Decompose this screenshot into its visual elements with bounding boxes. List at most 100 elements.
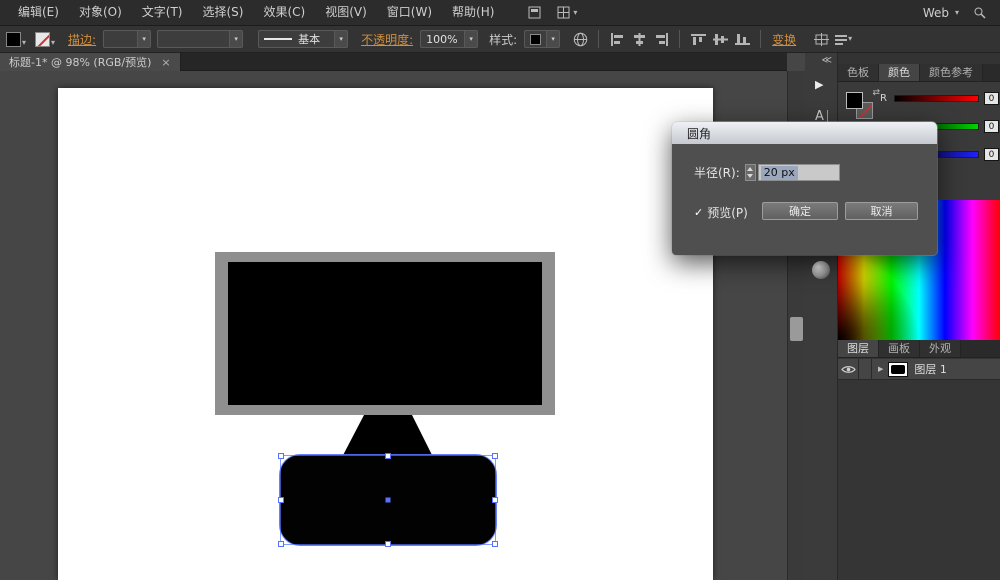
opacity-value: 100% xyxy=(426,32,458,46)
center-anchor-point[interactable] xyxy=(385,497,391,503)
menu-window[interactable]: 窗口(W) xyxy=(377,0,442,25)
radius-input[interactable]: 20 px xyxy=(757,164,840,181)
blue-value-field[interactable]: 0 xyxy=(984,148,999,161)
menu-type[interactable]: 文字(T) xyxy=(132,0,193,25)
collapse-panels-icon[interactable]: ≪ xyxy=(822,55,832,66)
menu-effect[interactable]: 效果(C) xyxy=(253,0,315,25)
canvas[interactable] xyxy=(0,71,787,580)
selection-handle-top-center[interactable] xyxy=(385,453,391,459)
align-center-icon[interactable] xyxy=(628,29,650,49)
actions-play-icon[interactable]: ▶ xyxy=(815,78,823,91)
recolor-artwork-icon[interactable] xyxy=(569,29,591,49)
rounded-corners-dialog: 圆角 半径(R): 20 px ✓ 预览(P) 确定 取消 xyxy=(672,122,937,255)
isolate-selection-icon[interactable] xyxy=(810,29,832,49)
menu-select[interactable]: 选择(S) xyxy=(192,0,253,25)
menu-help[interactable]: 帮助(H) xyxy=(442,0,504,25)
align-right-icon[interactable] xyxy=(650,29,672,49)
symbols-panel-icon[interactable] xyxy=(812,261,830,279)
fill-swatch[interactable] xyxy=(6,31,21,47)
chevron-down-icon: ▾ xyxy=(954,7,959,17)
graphic-style-select[interactable]: ▾ xyxy=(524,30,561,48)
chevron-down-icon[interactable]: ▾ xyxy=(546,31,560,47)
red-value-field[interactable]: 0 xyxy=(984,92,999,105)
dialog-title-bar[interactable]: 圆角 xyxy=(672,122,937,144)
layer-thumbnail[interactable] xyxy=(888,361,909,377)
eye-icon xyxy=(840,365,856,373)
tab-color[interactable]: 颜色 xyxy=(879,64,920,81)
stroke-panel-link[interactable]: 描边: xyxy=(68,31,96,48)
search-icon[interactable] xyxy=(973,6,986,19)
align-left-icon[interactable] xyxy=(606,29,628,49)
line-style-sample xyxy=(264,38,293,40)
red-slider[interactable] xyxy=(894,95,979,102)
bridge-icon[interactable] xyxy=(528,6,541,19)
document-tab-bar: 标题-1* @ 98% (RGB/预览) × xyxy=(0,53,787,71)
layer-expand-icon[interactable]: ▶ xyxy=(878,365,883,373)
menu-bar: 编辑(E) 对象(O) 文字(T) 选择(S) 效果(C) 视图(V) 窗口(W… xyxy=(0,0,1000,26)
selection-bounding-box[interactable] xyxy=(278,453,498,547)
menu-edit[interactable]: 编辑(E) xyxy=(8,0,69,25)
panel-menu-icon[interactable]: ▾ xyxy=(832,29,854,49)
opacity-panel-link[interactable]: 不透明度: xyxy=(361,31,413,48)
close-tab-icon[interactable]: × xyxy=(161,56,170,69)
stepper-down-icon[interactable] xyxy=(747,173,754,178)
chevron-down-icon[interactable]: ▾ xyxy=(229,31,243,47)
layers-panel: ▶ 图层 1 xyxy=(838,358,1000,580)
radius-stepper[interactable] xyxy=(744,164,756,181)
monitor-screen-shape[interactable] xyxy=(228,262,542,405)
layer-row[interactable]: ▶ 图层 1 xyxy=(838,359,1000,380)
radius-value: 20 px xyxy=(760,165,798,180)
menu-object[interactable]: 对象(O) xyxy=(69,0,132,25)
cancel-button[interactable]: 取消 xyxy=(845,202,918,220)
tab-swatches[interactable]: 色板 xyxy=(838,64,879,81)
line-style-select[interactable]: 基本 ▾ xyxy=(258,30,349,48)
tab-layers[interactable]: 图层 xyxy=(838,340,879,357)
chevron-down-icon[interactable]: ▾ xyxy=(464,31,478,47)
radius-label: 半径(R): xyxy=(694,166,740,180)
selection-handle-top-left[interactable] xyxy=(278,453,284,459)
scrollbar-thumb[interactable] xyxy=(790,317,803,341)
selection-handle-top-right[interactable] xyxy=(492,453,498,459)
document-tab[interactable]: 标题-1* @ 98% (RGB/预览) × xyxy=(0,53,181,71)
arrange-documents-icon[interactable]: ▾ xyxy=(557,6,577,19)
layer-thumbnail-art xyxy=(891,364,906,374)
align-middle-icon[interactable] xyxy=(709,29,731,49)
workspace-label: Web xyxy=(922,5,949,20)
preview-checkbox[interactable]: ✓ 预览(P) xyxy=(694,204,748,221)
fill-color-control[interactable]: ▾ xyxy=(6,31,26,47)
chevron-down-icon: ▾ xyxy=(573,7,578,17)
stroke-color-control[interactable]: ▾ xyxy=(35,31,55,47)
fill-proxy-swatch[interactable] xyxy=(846,92,863,109)
artboard[interactable] xyxy=(58,88,713,580)
align-top-icon[interactable] xyxy=(687,29,709,49)
selection-handle-bottom-center[interactable] xyxy=(385,541,391,547)
layer-lock-toggle[interactable] xyxy=(859,359,872,379)
layer-visibility-toggle[interactable] xyxy=(838,359,859,379)
opacity-select[interactable]: 100% ▾ xyxy=(420,30,479,48)
dialog-title: 圆角 xyxy=(687,126,712,141)
transform-panel-link[interactable]: 变换 xyxy=(772,31,796,48)
chevron-down-icon[interactable]: ▾ xyxy=(137,31,151,47)
separator xyxy=(679,30,681,48)
selection-handle-middle-right[interactable] xyxy=(492,497,498,503)
document-tab-title: 标题-1* @ 98% (RGB/预览) xyxy=(9,56,152,69)
align-bottom-icon[interactable] xyxy=(731,29,753,49)
menu-view[interactable]: 视图(V) xyxy=(315,0,377,25)
control-bar: ▾ ▾ 描边: ▾ ▾ 基本 ▾ 不透明度: 100% ▾ 样式: ▾ 变换 ▾ xyxy=(0,26,1000,53)
green-value-field[interactable]: 0 xyxy=(984,120,999,133)
selection-handle-middle-left[interactable] xyxy=(278,497,284,503)
stroke-weight-select[interactable]: ▾ xyxy=(103,30,152,48)
ok-button[interactable]: 确定 xyxy=(762,202,838,220)
tab-color-guide[interactable]: 颜色参考 xyxy=(920,64,983,81)
chevron-down-icon[interactable]: ▾ xyxy=(334,31,348,47)
brush-definition-select[interactable]: ▾ xyxy=(157,30,244,48)
selection-handle-bottom-right[interactable] xyxy=(492,541,498,547)
layer-name[interactable]: 图层 1 xyxy=(914,361,947,377)
stepper-up-icon[interactable] xyxy=(747,167,754,172)
workspace-switcher[interactable]: Web ▾ xyxy=(923,6,959,20)
tab-artboards[interactable]: 画板 xyxy=(879,340,920,357)
swap-fill-stroke-icon[interactable]: ⇄ xyxy=(872,88,880,98)
tab-appearance[interactable]: 外观 xyxy=(920,340,961,357)
stroke-none-swatch[interactable] xyxy=(35,31,51,47)
selection-handle-bottom-left[interactable] xyxy=(278,541,284,547)
